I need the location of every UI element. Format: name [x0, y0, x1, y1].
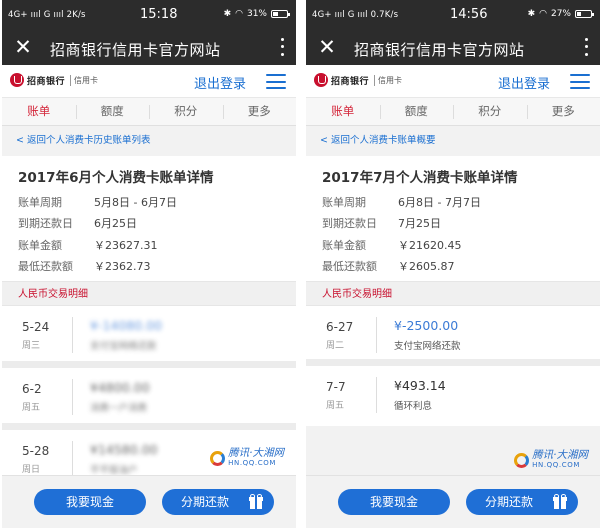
tab-bill[interactable]: 账单	[2, 98, 76, 125]
logout-link[interactable]: 退出登录	[194, 73, 246, 92]
transaction-amount: ¥-2500.00	[394, 318, 459, 333]
rmb-transactions-header: 人民币交易明细	[2, 281, 296, 306]
bottom-action-bar: 我要现金 分期还款	[2, 475, 296, 528]
cmb-logo-icon	[314, 73, 328, 87]
transaction-desc: 支付宝网络还款	[90, 341, 157, 352]
cmb-logo: 招商银行 信用卡	[314, 73, 402, 87]
min-payment-row: 最低还款额 ￥2605.87	[322, 260, 455, 274]
network-signal: 4G+ ıııl G ıııl 0.7K/s	[312, 10, 399, 20]
transaction-desc: 支付宝网络还款	[394, 341, 461, 352]
browser-title-bar: ✕ 招商银行信用卡官方网站	[2, 30, 296, 65]
nav-tabs: 账单 额度 积分 更多	[306, 98, 600, 126]
transaction-desc: 消费一户消费	[90, 403, 148, 414]
tab-bill[interactable]: 账单	[306, 98, 380, 125]
gift-icon	[553, 494, 567, 509]
bluetooth-icon: ✱	[223, 9, 232, 19]
tab-credit-limit[interactable]: 额度	[75, 98, 150, 125]
bill-title: 2017年6月个人消费卡账单详情	[18, 170, 214, 186]
bill-detail: 2017年6月个人消费卡账单详情 账单周期 5月8日 - 6月7日 到期还款日 6月…	[2, 156, 296, 281]
tab-more[interactable]: 更多	[222, 98, 297, 125]
tab-points[interactable]: 积分	[453, 98, 527, 125]
brand-bar: 招商银行 信用卡 退出登录	[306, 65, 600, 98]
close-icon[interactable]: ✕	[316, 36, 338, 58]
transaction-desc: 平平版油户	[90, 465, 138, 476]
cmb-logo-icon	[10, 73, 24, 87]
hamburger-menu-icon[interactable]	[266, 74, 286, 89]
transaction-amount: ¥493.14	[394, 378, 446, 393]
transaction-row[interactable]: 5-24 周三 ¥-14080.00 支付宝网络还款	[2, 306, 296, 368]
logout-link[interactable]: 退出登录	[498, 73, 550, 92]
transaction-amount: ¥-14080.00	[90, 318, 163, 333]
bill-amount-row: 账单金额 ￥23627.31	[18, 238, 158, 252]
watermark: 腾讯·大湘网 HN.QQ.COM	[210, 448, 284, 468]
cmb-logo: 招商银行 信用卡	[10, 73, 98, 87]
nav-tabs: 账单 额度 积分 更多	[2, 98, 296, 126]
status-bar: 4G+ ıııl G ıııl 0.7K/s 14:56 ✱ ◠ 27%	[306, 0, 600, 30]
wifi-icon: ◠	[539, 9, 547, 19]
more-vertical-icon[interactable]	[582, 36, 590, 58]
battery-percent: 27%	[550, 9, 571, 19]
phone-screen-right: 4G+ ıııl G ıııl 0.7K/s 14:56 ✱ ◠ 27% ✕ 招…	[306, 0, 600, 528]
brand-bar: 招商银行 信用卡 退出登录	[2, 65, 296, 98]
page-title: 招商银行信用卡官方网站	[354, 41, 525, 59]
bill-period-row: 账单周期 5月8日 - 6月7日	[18, 195, 177, 209]
wifi-icon: ◠	[235, 9, 243, 19]
min-payment-row: 最低还款额 ￥2362.73	[18, 260, 151, 274]
battery-icon	[575, 10, 594, 18]
get-cash-button[interactable]: 我要现金	[338, 489, 450, 515]
battery-percent: 31%	[246, 9, 267, 19]
bill-detail: 2017年7月个人消费卡账单详情 账单周期 6月8日 - 7月7日 到期还款日 7月…	[306, 156, 600, 281]
transaction-amount: ¥4800.00	[90, 380, 150, 395]
due-date-row: 到期还款日 6月25日	[18, 217, 137, 231]
bluetooth-icon: ✱	[527, 9, 536, 19]
back-link[interactable]: < 返回个人消费卡历史账单列表	[2, 126, 296, 156]
tab-points[interactable]: 积分	[149, 98, 223, 125]
tab-credit-limit[interactable]: 额度	[379, 98, 454, 125]
gift-icon	[249, 494, 263, 509]
tab-more[interactable]: 更多	[526, 98, 601, 125]
watermark: 腾讯·大湘网 HN.QQ.COM	[514, 450, 588, 470]
bottom-action-bar: 我要现金 分期还款	[306, 475, 600, 528]
get-cash-button[interactable]: 我要现金	[34, 489, 146, 515]
browser-title-bar: ✕ 招商银行信用卡官方网站	[306, 30, 600, 65]
tencent-logo-icon	[210, 450, 226, 466]
transaction-desc: 循环利息	[394, 401, 433, 412]
phone-screen-left: 4G+ ıııl G ıııl 2K/s 15:18 ✱ ◠ 31% ✕ 招商银…	[2, 0, 296, 528]
rmb-transactions-header: 人民币交易明细	[306, 281, 600, 306]
tencent-logo-icon	[514, 452, 530, 468]
back-link[interactable]: < 返回个人消费卡账单概要	[306, 126, 600, 156]
status-bar: 4G+ ıııl G ıııl 2K/s 15:18 ✱ ◠ 31%	[2, 0, 296, 30]
due-date-row: 到期还款日 7月25日	[322, 217, 441, 231]
transaction-row[interactable]: 6-27 周二 ¥-2500.00 支付宝网络还款	[306, 306, 600, 366]
network-signal: 4G+ ıııl G ıııl 2K/s	[8, 10, 86, 20]
bill-period-row: 账单周期 6月8日 - 7月7日	[322, 195, 481, 209]
transaction-amount: ¥14580.00	[90, 442, 158, 457]
installment-button[interactable]: 分期还款	[466, 489, 578, 515]
clock: 14:56	[450, 7, 488, 22]
installment-button[interactable]: 分期还款	[162, 489, 274, 515]
transaction-row[interactable]: 6-2 周五 ¥4800.00 消费一户消费	[2, 368, 296, 430]
status-icons: ✱ ◠ 27%	[527, 9, 594, 19]
clock: 15:18	[140, 7, 178, 22]
hamburger-menu-icon[interactable]	[570, 74, 590, 89]
close-icon[interactable]: ✕	[12, 36, 34, 58]
status-icons: ✱ ◠ 31%	[223, 9, 290, 19]
more-vertical-icon[interactable]	[278, 36, 286, 58]
bill-title: 2017年7月个人消费卡账单详情	[322, 170, 518, 186]
page-title: 招商银行信用卡官方网站	[50, 41, 221, 59]
bill-amount-row: 账单金额 ￥21620.45	[322, 238, 462, 252]
battery-icon	[271, 10, 290, 18]
transaction-row[interactable]: 7-7 周五 ¥493.14 循环利息	[306, 366, 600, 426]
